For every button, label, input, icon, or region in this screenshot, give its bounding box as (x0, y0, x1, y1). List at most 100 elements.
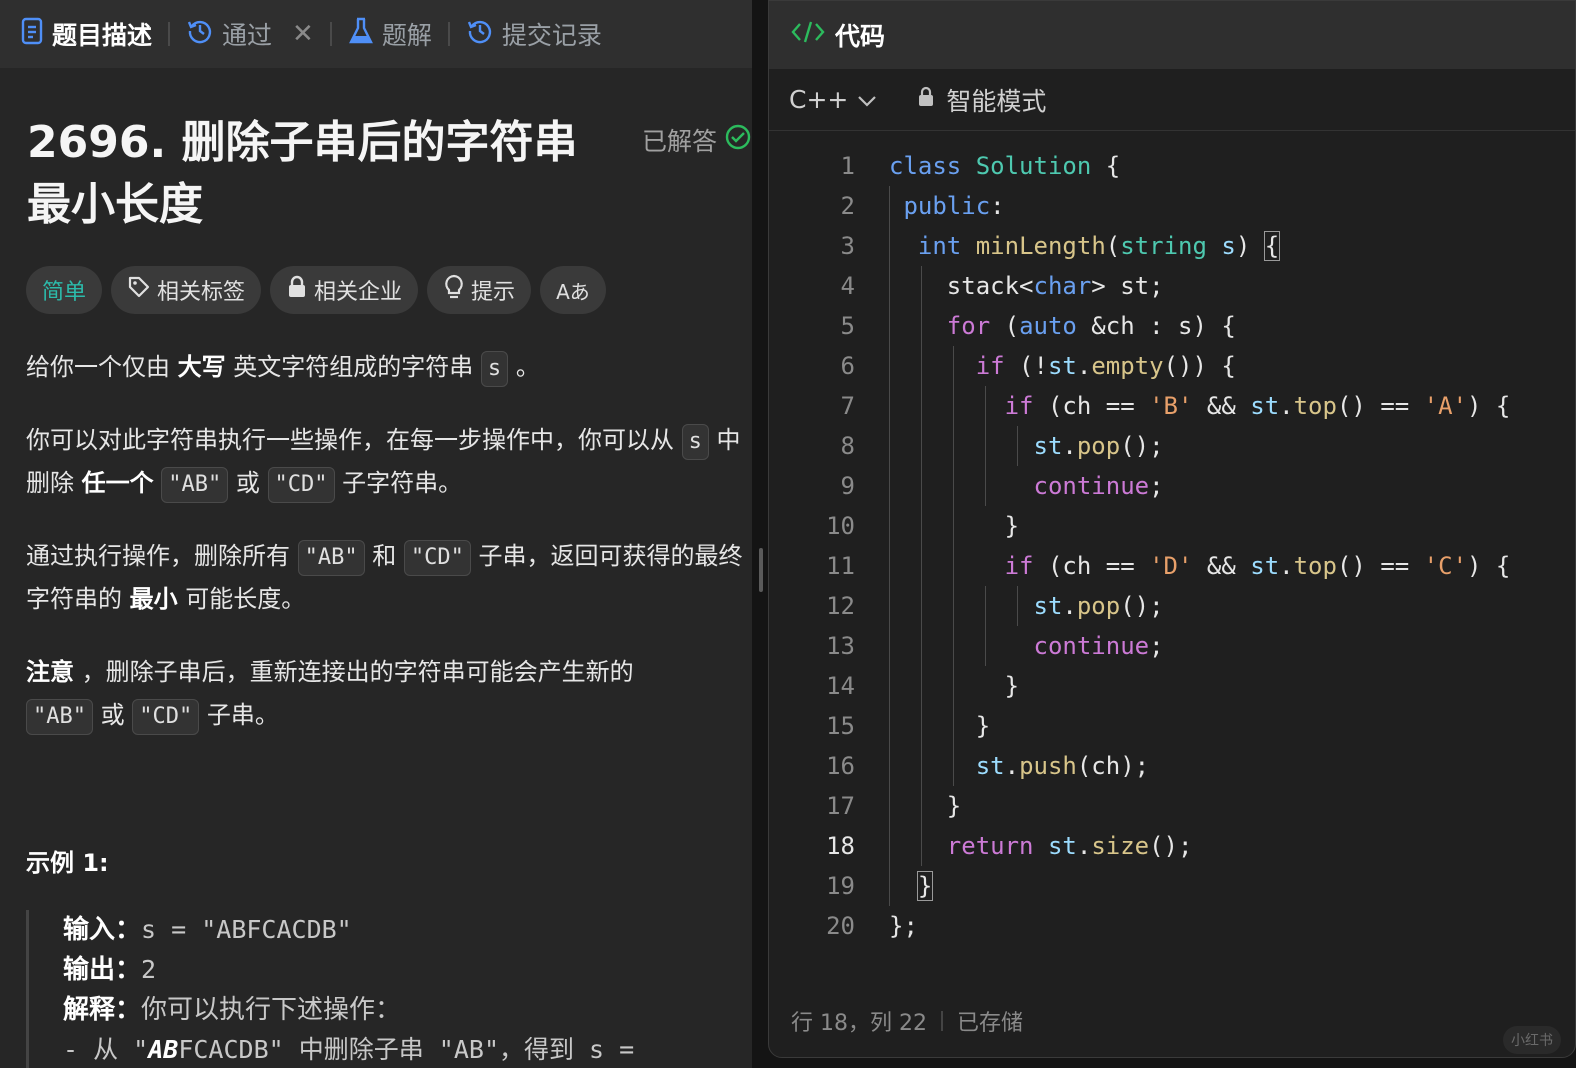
code-text: } (916, 871, 934, 901)
lightbulb-icon (443, 274, 465, 306)
tab-divider (168, 22, 171, 46)
example-title: 示例 1: (26, 849, 109, 877)
description-paragraph: 你可以对此字符串执行一些操作，在每一步操作中，你可以从 s 中删除 任一个 "A… (26, 419, 752, 505)
line-number: 3 (840, 232, 855, 260)
code-text: if (ch == 'B' && st.top() == 'A') { (1004, 392, 1511, 420)
editor-mode[interactable]: 智能模式 (916, 82, 1046, 118)
tab-submissions-label: 提交记录 (501, 21, 602, 50)
inline-code: "AB" (26, 699, 93, 735)
text: 给你一个仅由 (26, 353, 170, 381)
tag-icon (127, 275, 151, 305)
line-number: 6 (840, 352, 855, 380)
document-icon (20, 17, 44, 51)
line-number: 14 (826, 672, 855, 700)
solved-status: 已解答 (642, 122, 751, 158)
tab-description-label: 题目描述 (52, 21, 153, 50)
code-text: stack<char> st; (889, 272, 1164, 300)
difficulty-badge[interactable]: 简单 (26, 266, 103, 314)
text: 或 (100, 701, 125, 729)
font-size-button[interactable]: Aあ (540, 266, 606, 314)
code-text: } (889, 512, 1020, 540)
line-number: 17 (826, 792, 855, 820)
code-text: class Solution { (889, 152, 1121, 180)
tab-solutions[interactable]: 题解 (348, 16, 432, 52)
lock-icon (916, 85, 936, 114)
problem-tab-bar: 题目描述 通过 ✕ 题解 提交记录 (0, 0, 752, 68)
editor-status-bar: 行 18，列 22 已存储 (791, 1005, 1023, 1037)
bold-text: 大写 (177, 353, 226, 381)
code-text: return st.size(); (946, 832, 1193, 860)
text: 通过执行操作，删除所有 (26, 542, 290, 570)
code-editor[interactable]: 1 class Solution { 2 public: 3 int minLen… (769, 146, 1575, 956)
example-explanation: 解释：你可以执行下述操作： (63, 990, 746, 1030)
explain-value: 你可以执行下述操作： (141, 995, 402, 1025)
inline-code: "AB" (297, 540, 365, 576)
text: - 从 " (63, 1035, 149, 1064)
code-panel: 代码 C++ 智能模式 1 class Solution { 2 public: … (768, 0, 1576, 1058)
tab-divider (329, 22, 332, 46)
code-tab-bar: 代码 (769, 1, 1575, 69)
line-number: 11 (826, 552, 855, 580)
tags-button[interactable]: 相关标签 (111, 266, 262, 314)
inline-code: "CD" (267, 467, 335, 503)
description-paragraph: 给你一个仅由 大写 英文字符组成的字符串 s 。 (26, 346, 752, 389)
tab-solutions-label: 题解 (381, 21, 432, 50)
code-text: continue; (1033, 472, 1164, 500)
code-text: } (889, 712, 991, 740)
explain-label: 解释： (63, 995, 142, 1025)
status-divider (940, 1011, 943, 1031)
line-number: 15 (826, 712, 855, 740)
language-select[interactable]: C++ (789, 85, 878, 114)
input-label: 输入： (63, 915, 142, 945)
close-icon[interactable]: ✕ (292, 19, 314, 49)
tab-submissions[interactable]: 提交记录 (466, 16, 602, 52)
tags-label: 相关标签 (157, 280, 246, 305)
tab-accepted-label: 通过 (222, 21, 273, 50)
translate-icon: Aあ (556, 279, 590, 304)
problem-title: 2696. 删除子串后的字符串最小长度 (27, 117, 578, 230)
hint-button[interactable]: 提示 (427, 266, 532, 314)
code-icon (791, 19, 825, 51)
text: 。 (515, 353, 540, 381)
tab-accepted[interactable]: 通过 ✕ (186, 16, 314, 52)
problem-chips: 简单 相关标签 相关企业 提示 Aあ (26, 266, 606, 314)
line-number: 1 (840, 152, 855, 180)
tab-code-label[interactable]: 代码 (835, 17, 885, 53)
description-paragraph: 注意 ，删除子串后，重新连接出的字符串可能会产生新的 "AB" 或 "CD" 子… (26, 651, 686, 737)
bold-text: 最小 (129, 585, 178, 613)
example-step: - 从 "ABFCACDB" 中删除子串 "AB"，得到 s = (63, 1030, 746, 1068)
hint-label: 提示 (471, 280, 516, 305)
tab-description[interactable]: 题目描述 (20, 16, 152, 52)
watermark-logo: 小红书 (1503, 1026, 1561, 1054)
code-text: if (ch == 'D' && st.top() == 'C') { (1004, 552, 1511, 580)
text: ，删除子串后，重新连接出的字符串可能会产生新的 (81, 658, 634, 686)
text: 你可以对此字符串执行一些操作，在每一步操作中，你可以从 (26, 426, 674, 454)
text: 子串。 (206, 701, 279, 729)
line-number: 13 (826, 632, 855, 660)
panel-resize-handle[interactable] (759, 548, 763, 592)
bold-text: 任一个 (81, 469, 154, 497)
input-value: s = "ABFCACDB" (141, 915, 352, 944)
line-number: 19 (826, 872, 855, 900)
save-status: 已存储 (956, 1011, 1023, 1036)
inline-code: "CD" (403, 540, 471, 576)
text: 和 (372, 542, 397, 570)
lock-icon (286, 275, 308, 305)
code-text: if (!st.empty()) { (975, 352, 1236, 380)
text: FCACDB" 中删除子串 "AB"，得到 s = (178, 1035, 635, 1064)
mode-label: 智能模式 (946, 86, 1047, 116)
line-number: 4 (840, 272, 855, 300)
line-number: 20 (826, 912, 855, 940)
inline-code: "AB" (161, 467, 229, 503)
problem-header: 2696. 删除子串后的字符串最小长度 已解答 (27, 112, 751, 236)
inline-code: "CD" (132, 699, 200, 735)
companies-button[interactable]: 相关企业 (270, 266, 419, 314)
language-label: C++ (789, 85, 849, 114)
code-text: continue; (1033, 632, 1164, 660)
line-number: 18 (826, 832, 855, 860)
example-block: 输入：s = "ABFCACDB" 输出：2 解释：你可以执行下述操作： - 从… (26, 910, 746, 1068)
output-label: 输出： (63, 955, 142, 985)
output-value: 2 (141, 955, 157, 984)
tab-divider (447, 22, 450, 46)
problem-panel: 题目描述 通过 ✕ 题解 提交记录 2696. 删除子串后的字符串最小长度 已解… (0, 0, 752, 1068)
